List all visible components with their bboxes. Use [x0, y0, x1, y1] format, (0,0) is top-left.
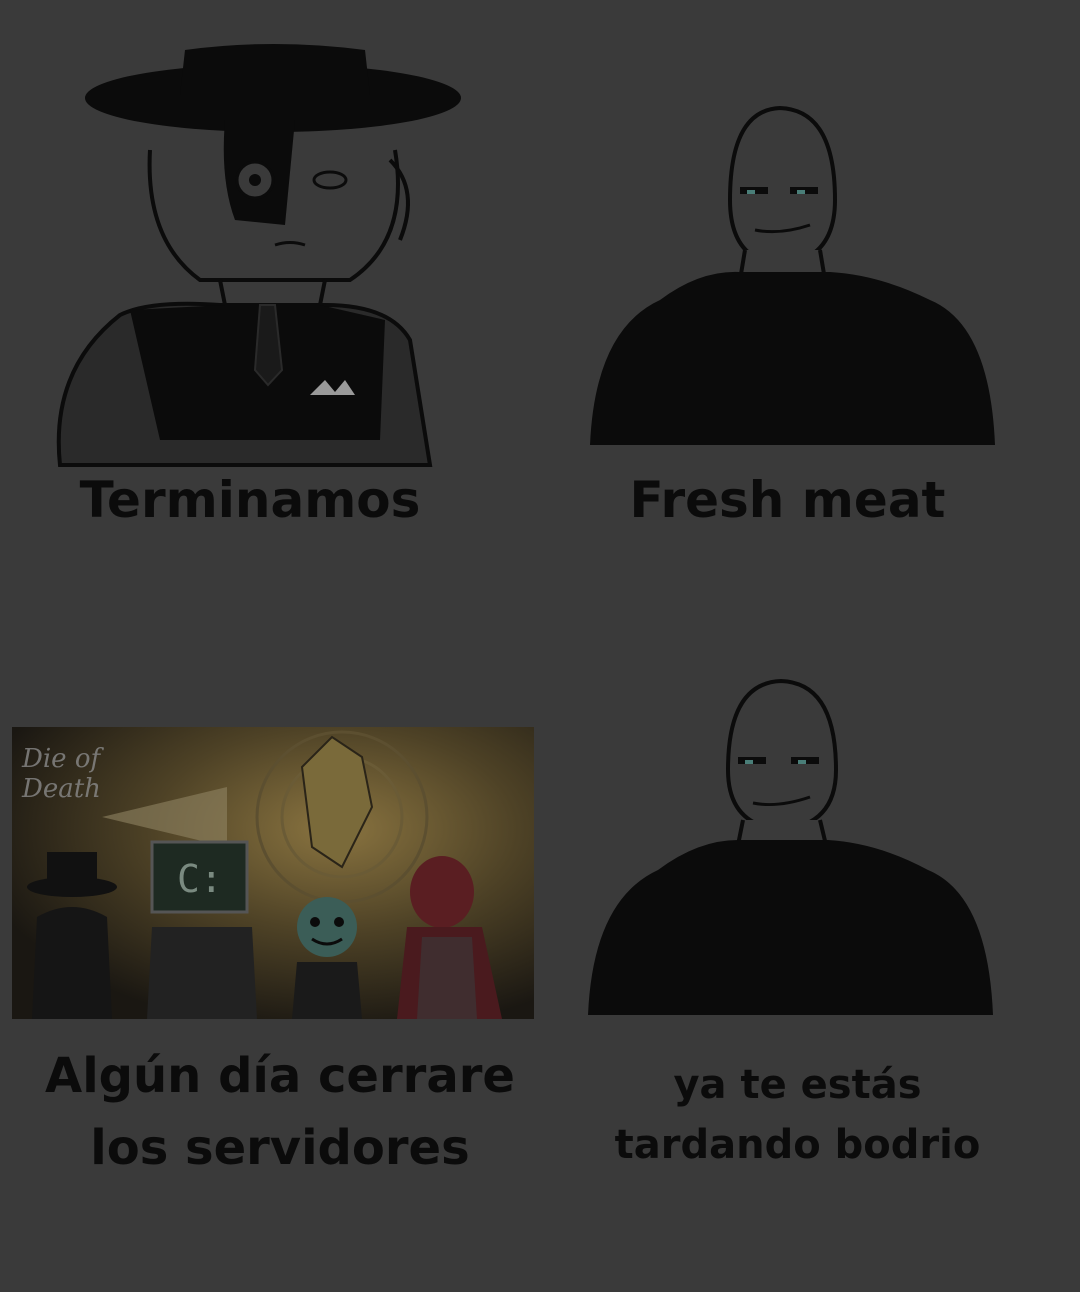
svg-text:Death: Death	[21, 774, 101, 804]
muscular-man-illustration	[590, 105, 995, 445]
caption-bottom-right: ya te estás tardando bodrio	[614, 1062, 981, 1168]
panel-top-right	[590, 100, 1000, 450]
muscular-man-illustration	[588, 678, 993, 1015]
svg-text:C:: C:	[177, 857, 223, 901]
woman-in-hat-illustration	[56, 44, 461, 467]
caption-top-left: Terminamos	[79, 471, 421, 529]
game-scene-image: C: Die of Death	[12, 727, 534, 1019]
panel-top-left	[50, 40, 470, 470]
caption-bottom-left: Algún día cerrare los servidores	[45, 1048, 515, 1176]
svg-text:Die of: Die of	[21, 744, 104, 774]
panel-bottom-right	[588, 675, 998, 1020]
panel-bottom-left: C: Die of Death	[12, 727, 534, 1019]
caption-top-right: Fresh meat	[629, 471, 946, 529]
